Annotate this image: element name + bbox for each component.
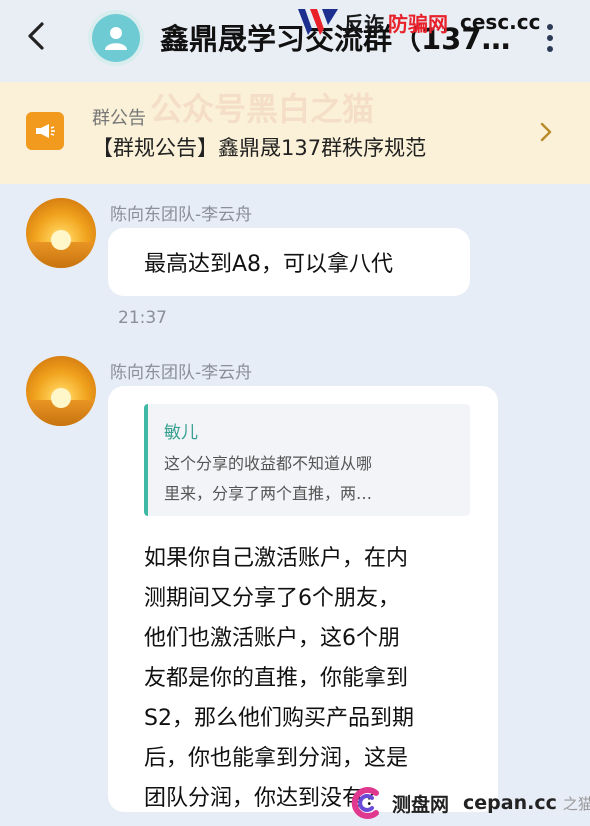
watermark-bottom-small: 之猫 [562, 794, 590, 813]
notice-text: 【群规公告】鑫鼎晟137群秩序规范 [92, 136, 427, 160]
quote-text-line: 这个分享的收益都不知道从哪 [164, 454, 373, 473]
more-menu-button[interactable] [540, 20, 560, 56]
chevron-left-icon [28, 22, 44, 50]
notice-label: 群公告 [92, 108, 146, 129]
watermark-brand: 反诈 [344, 11, 384, 36]
sender-avatar[interactable] [26, 198, 96, 268]
message-text-line: 如果你自己激活账户，在内 [144, 546, 409, 571]
quoted-message[interactable]: 敏儿 这个分享的收益都不知道从哪 里来，分享了两个直推，两… [144, 404, 470, 516]
group-avatar[interactable] [88, 10, 144, 66]
sender-name: 陈向东团队-李云舟 [110, 363, 253, 383]
message-text: 最高达到A8，可以拿八代 [144, 252, 394, 277]
wv-logo-icon [298, 9, 338, 35]
message-bubble[interactable]: 敏儿 这个分享的收益都不知道从哪 里来，分享了两个直推，两… 如果你自己激活账户… [108, 386, 498, 812]
watermark-bottom: 测盘网 cepan.cc 之猫 [346, 786, 590, 820]
c-logo-icon [351, 787, 379, 819]
watermark-bottom-brand: 测盘网 [392, 793, 450, 816]
watermark-domain: cesc.cc [460, 10, 541, 34]
message-text-line: 测期间又分享了6个朋友， [144, 586, 400, 611]
watermark-bottom-domain: cepan.cc [463, 792, 557, 814]
quote-author: 敏儿 [164, 423, 198, 443]
message-time: 21:37 [118, 308, 167, 328]
back-button[interactable] [18, 18, 54, 54]
quote-text-line: 里来，分享了两个直推，两… [164, 484, 373, 503]
more-vertical-icon [547, 24, 553, 30]
watermark-brand-red: 防骗网 [388, 11, 448, 36]
user-icon [105, 27, 127, 50]
sender-avatar[interactable] [26, 356, 96, 426]
message-bubble[interactable]: 最高达到A8，可以拿八代 [108, 228, 470, 296]
megaphone-icon [26, 112, 64, 150]
message-text-line: 他们也激活账户，这6个朋 [144, 626, 400, 651]
chevron-right-icon [540, 122, 552, 142]
watermark-top: 反诈 防骗网 cesc.cc [296, 6, 541, 38]
message-text-line: S2，那么他们购买产品到期 [144, 706, 414, 731]
sender-name: 陈向东团队-李云舟 [110, 205, 253, 225]
message-text-line: 友都是你的直推，你能拿到 [144, 666, 409, 691]
group-notice[interactable]: 群公告 【群规公告】鑫鼎晟137群秩序规范 [0, 82, 590, 184]
message-text-line: 后，你也能拿到分润，这是 [144, 746, 409, 771]
